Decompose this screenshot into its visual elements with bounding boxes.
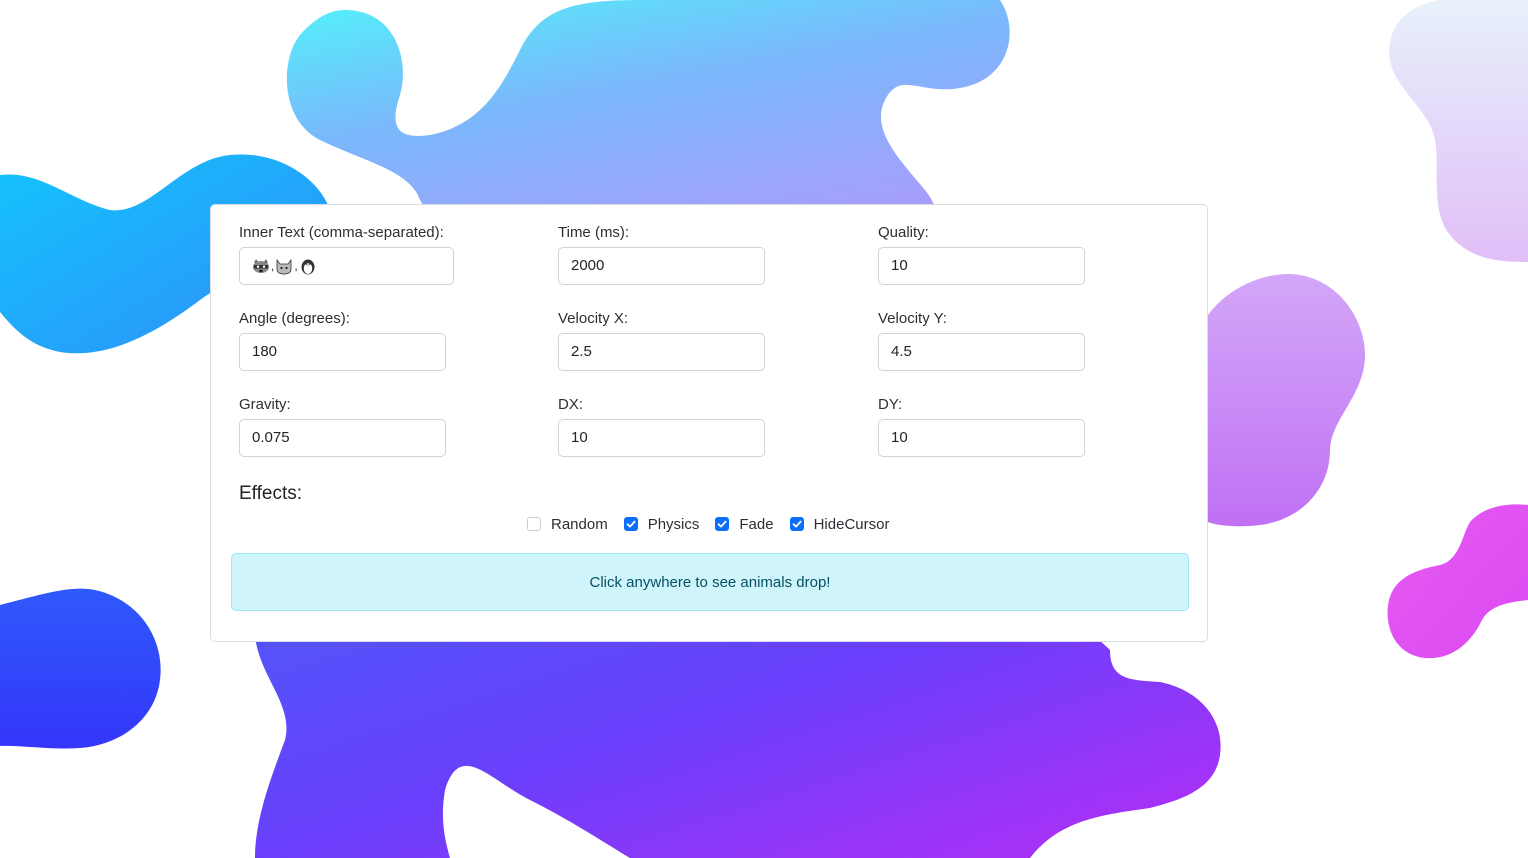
angle-input[interactable]: 180 <box>239 333 446 371</box>
checkmark-icon <box>626 520 636 528</box>
velocity-x-input[interactable]: 2.5 <box>558 333 765 371</box>
checkmark-icon <box>717 520 727 528</box>
physics-checkbox[interactable] <box>623 517 638 531</box>
velocity-y-input[interactable]: 4.5 <box>878 333 1085 371</box>
fade-checkbox[interactable] <box>715 517 730 531</box>
dx-field: DX: 10 <box>558 395 765 457</box>
gravity-field: Gravity: 0.075 <box>239 395 446 457</box>
velocity-x-field: Velocity X: 2.5 <box>558 309 765 371</box>
dy-label: DY: <box>878 396 903 413</box>
physics-label[interactable]: Physics <box>648 516 700 533</box>
effect-physics[interactable]: Physics <box>623 516 700 533</box>
cat-icon <box>276 258 292 275</box>
inner-text-input[interactable]: , , <box>239 247 454 285</box>
quality-field: Quality: 10 <box>878 223 1085 285</box>
time-field: Time (ms): 2000 <box>558 223 765 285</box>
angle-field: Angle (degrees): 180 <box>239 309 446 371</box>
fade-label[interactable]: Fade <box>739 516 773 533</box>
info-alert: Click anywhere to see animals drop! <box>231 553 1189 611</box>
effect-random[interactable]: Random <box>527 516 608 533</box>
time-label: Time (ms): <box>558 224 630 241</box>
checkmark-icon <box>792 520 802 528</box>
settings-panel: Inner Text (comma-separated): , , Time (… <box>210 204 1208 642</box>
raccoon-icon <box>253 259 269 274</box>
gravity-label: Gravity: <box>239 396 291 413</box>
hidecursor-label[interactable]: HideCursor <box>814 516 890 533</box>
page[interactable]: Inner Text (comma-separated): , , Time (… <box>0 0 1528 858</box>
gravity-input[interactable]: 0.075 <box>239 419 446 457</box>
angle-label: Angle (degrees): <box>239 310 350 327</box>
penguin-icon <box>301 259 315 275</box>
dx-input[interactable]: 10 <box>558 419 765 457</box>
dy-input[interactable]: 10 <box>878 419 1085 457</box>
hidecursor-checkbox[interactable] <box>789 517 804 531</box>
effects-title: Effects: <box>239 483 303 504</box>
velocity-y-label: Velocity Y: <box>878 310 947 327</box>
effect-hidecursor[interactable]: HideCursor <box>789 516 890 533</box>
quality-input[interactable]: 10 <box>878 247 1085 285</box>
dx-label: DX: <box>558 396 584 413</box>
time-input[interactable]: 2000 <box>558 247 765 285</box>
velocity-x-label: Velocity X: <box>558 310 629 327</box>
dy-field: DY: 10 <box>878 395 1085 457</box>
effects-checkboxes: Random Physics Fade HideCursor <box>527 513 905 535</box>
inner-text-label: Inner Text (comma-separated): <box>239 224 444 241</box>
effect-fade[interactable]: Fade <box>715 516 774 533</box>
inner-text-field: Inner Text (comma-separated): , , <box>239 223 454 285</box>
random-label[interactable]: Random <box>551 516 608 533</box>
velocity-y-field: Velocity Y: 4.5 <box>878 309 1085 371</box>
quality-label: Quality: <box>878 224 929 241</box>
random-checkbox[interactable] <box>527 517 541 531</box>
